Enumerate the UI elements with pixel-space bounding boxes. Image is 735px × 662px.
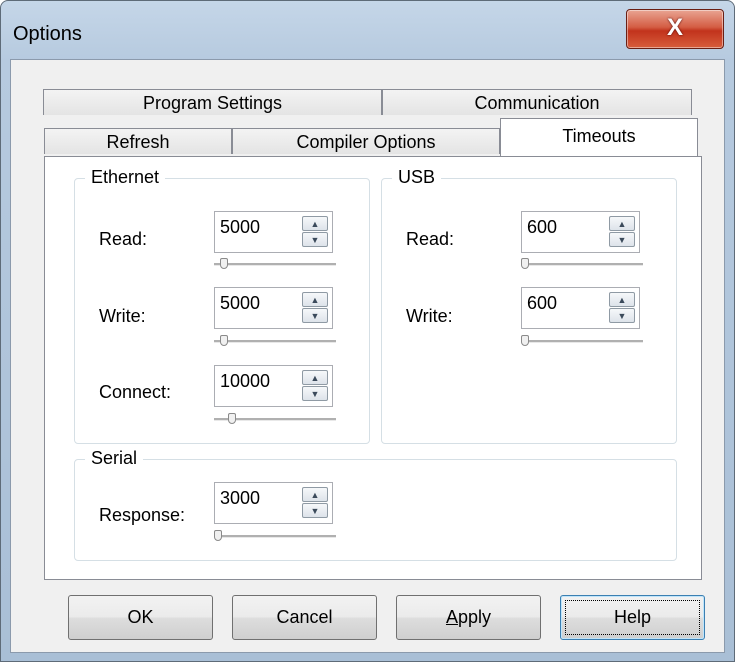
ethernet-write-value[interactable]: 5000 <box>220 293 260 314</box>
usb-group: USB Read: 600 ▲ ▼ Write: 600 ▲ ▼ <box>381 167 677 444</box>
help-button[interactable]: Help <box>560 595 705 640</box>
slider-thumb[interactable] <box>227 413 236 424</box>
cancel-button[interactable]: Cancel <box>232 595 377 640</box>
ethernet-write-label: Write: <box>99 306 146 326</box>
tab-refresh[interactable]: Refresh <box>44 128 232 154</box>
slider-track <box>521 340 643 343</box>
serial-group-title: Serial <box>85 448 144 469</box>
ethernet-connect-spinner[interactable]: 10000 ▲ ▼ <box>214 365 333 407</box>
serial-group: Serial Response: 3000 ▲ ▼ <box>74 448 677 561</box>
slider-track <box>214 340 336 343</box>
usb-write-value[interactable]: 600 <box>527 293 557 314</box>
up-arrow-icon[interactable]: ▲ <box>609 292 635 307</box>
help-label: Help <box>613 607 652 627</box>
slider-thumb[interactable] <box>521 335 529 346</box>
window-title: Options <box>13 23 82 45</box>
slider-thumb[interactable] <box>219 258 228 269</box>
up-arrow-icon[interactable]: ▲ <box>609 216 635 231</box>
usb-read-slider[interactable] <box>521 258 643 270</box>
tab-program-settings[interactable]: Program Settings <box>43 89 382 115</box>
apply-mnemonic: A <box>445 607 458 627</box>
up-arrow-icon[interactable]: ▲ <box>302 216 328 231</box>
title-bar[interactable]: Options X <box>1 1 734 59</box>
ethernet-connect-slider[interactable] <box>214 413 336 425</box>
down-arrow-icon[interactable]: ▼ <box>302 386 328 401</box>
apply-label-rest: pply <box>457 607 492 627</box>
up-arrow-icon[interactable]: ▲ <box>302 487 328 502</box>
down-arrow-icon[interactable]: ▼ <box>609 308 635 323</box>
usb-write-slider[interactable] <box>521 335 643 347</box>
serial-response-spinner[interactable]: 3000 ▲ ▼ <box>214 482 333 524</box>
slider-track <box>214 263 336 266</box>
usb-write-spinner[interactable]: 600 ▲ ▼ <box>521 287 640 329</box>
ethernet-group: Ethernet Read: 5000 ▲ ▼ Write: 5000 ▲ ▼ <box>74 167 370 444</box>
down-arrow-icon[interactable]: ▼ <box>302 503 328 518</box>
tab-communication[interactable]: Communication <box>382 89 692 115</box>
ethernet-connect-label: Connect: <box>99 382 172 402</box>
ethernet-connect-value[interactable]: 10000 <box>220 371 270 392</box>
serial-response-label: Response: <box>99 505 186 525</box>
ethernet-read-slider[interactable] <box>214 258 336 270</box>
up-arrow-icon[interactable]: ▲ <box>302 370 328 385</box>
ethernet-read-spinner[interactable]: 5000 ▲ ▼ <box>214 211 333 253</box>
tab-compiler-options[interactable]: Compiler Options <box>232 128 500 154</box>
dialog-client-area: Program Settings Communication Refresh C… <box>10 59 725 653</box>
down-arrow-icon[interactable]: ▼ <box>302 308 328 323</box>
usb-read-spinner[interactable]: 600 ▲ ▼ <box>521 211 640 253</box>
slider-thumb[interactable] <box>214 530 222 541</box>
serial-response-value[interactable]: 3000 <box>220 488 260 509</box>
usb-group-title: USB <box>392 167 442 188</box>
ethernet-write-spinner[interactable]: 5000 ▲ ▼ <box>214 287 333 329</box>
ethernet-read-value[interactable]: 5000 <box>220 217 260 238</box>
close-button[interactable]: X <box>626 9 724 49</box>
ethernet-group-title: Ethernet <box>85 167 166 188</box>
ethernet-read-label: Read: <box>99 229 148 249</box>
up-arrow-icon[interactable]: ▲ <box>302 292 328 307</box>
usb-read-label: Read: <box>406 229 455 249</box>
usb-write-label: Write: <box>406 306 453 326</box>
ethernet-write-slider[interactable] <box>214 335 336 347</box>
serial-response-slider[interactable] <box>214 530 336 542</box>
usb-read-value[interactable]: 600 <box>527 217 557 238</box>
apply-button[interactable]: Apply <box>396 595 541 640</box>
close-icon: X <box>666 14 683 41</box>
tab-timeouts[interactable]: Timeouts <box>500 118 698 156</box>
slider-thumb[interactable] <box>219 335 228 346</box>
slider-track <box>214 535 336 538</box>
ok-button[interactable]: OK <box>68 595 213 640</box>
down-arrow-icon[interactable]: ▼ <box>609 232 635 247</box>
slider-track <box>521 263 643 266</box>
timeouts-panel: Ethernet Read: 5000 ▲ ▼ Write: 5000 ▲ ▼ <box>44 156 702 580</box>
down-arrow-icon[interactable]: ▼ <box>302 232 328 247</box>
slider-thumb[interactable] <box>521 258 529 269</box>
options-dialog: Options X Program Settings Communication… <box>0 0 735 662</box>
